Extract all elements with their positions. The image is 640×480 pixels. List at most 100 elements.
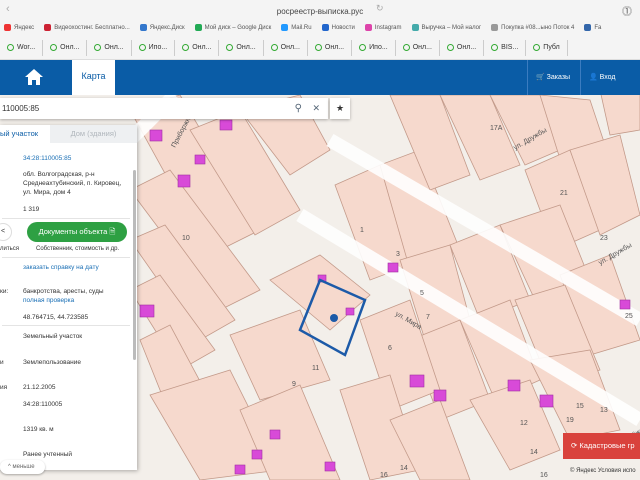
tab-label: Wor... — [17, 44, 36, 51]
search-icon[interactable]: ⚲ — [295, 98, 302, 119]
parcel-number: 3 — [396, 251, 400, 258]
home-icon[interactable] — [24, 68, 44, 86]
cadastral-number: 34:28:110005:85 — [23, 155, 72, 162]
parcel-number: 19 — [566, 417, 574, 424]
parcel-number: 25 — [625, 313, 633, 320]
browser-tab[interactable]: Публ — [526, 40, 568, 56]
reload-icon[interactable]: ↻ — [376, 3, 384, 14]
tab-favicon — [94, 43, 102, 51]
bookmark-icon — [281, 24, 289, 31]
bookmark[interactable]: Видеохостинг. Бесплатно... — [44, 24, 130, 31]
bookmark[interactable]: Яндекс.Диск — [139, 24, 185, 31]
bookmark-label: Мой диск – Google Диск — [204, 25, 272, 32]
parcel-number: 13 — [600, 407, 608, 414]
registration-date: 21.12.2005 — [23, 384, 56, 391]
order-report-link[interactable]: заказать справку на дату — [23, 264, 99, 271]
bookmark[interactable]: Выручка – Мой налог — [411, 24, 482, 32]
browser-tab[interactable]: Ипо... — [352, 40, 396, 56]
cadastral-boundaries-button[interactable]: ⟳ Кадастровые гр — [563, 433, 640, 459]
search-input[interactable]: 110005:85 ⚲ ✕ — [0, 98, 328, 119]
tab-land-plot[interactable]: ый участок — [0, 125, 50, 143]
bookmark[interactable]: Fa — [584, 24, 601, 31]
address-bar[interactable]: росреестр-выписка.рус — [0, 4, 640, 20]
parcel-number: 10 — [182, 235, 190, 242]
bookmark[interactable]: Mail.Ru — [281, 24, 312, 32]
bookmark[interactable]: Яндекс — [4, 24, 34, 31]
browser-tab[interactable]: Онл... — [264, 40, 308, 56]
tab-label: Ипо... — [148, 44, 168, 51]
parcel-number: 14 — [530, 449, 538, 456]
bookmark-icon — [411, 24, 419, 31]
land-use: Землепользование — [23, 359, 81, 366]
bookmark-label: Видеохостинг. Бесплатно... — [54, 25, 130, 32]
check-label: ки: — [0, 288, 9, 295]
tab-map[interactable]: Карта — [72, 60, 115, 95]
browser-tab[interactable]: Онл... — [440, 40, 485, 56]
parcel-number: 9 — [292, 381, 296, 388]
tab-label: Публ — [543, 44, 560, 51]
browser-tab[interactable]: Онл... — [308, 40, 353, 56]
parcel-number: 21 — [560, 190, 568, 197]
star-icon: ★ — [335, 103, 345, 113]
browser-tab[interactable]: Онл... — [396, 40, 440, 56]
tab-label: BIS... — [501, 44, 519, 51]
divider — [2, 218, 130, 219]
full-check-link[interactable]: полная проверка — [23, 297, 74, 304]
cadastral-quarter: 34:28:110005 — [23, 401, 63, 408]
bookmark-icon — [194, 24, 202, 31]
status: Ранее учтенный — [23, 451, 72, 458]
clear-icon[interactable]: ✕ — [312, 98, 320, 119]
divider — [2, 257, 130, 258]
bookmark-label: Новости — [331, 25, 355, 32]
parcel-number: 12 — [520, 420, 528, 427]
share-button[interactable]: < — [0, 223, 12, 241]
bookmark-label: Выручка – Мой налог — [421, 25, 482, 32]
browser-tab[interactable]: Онл... — [87, 40, 132, 56]
bookmark-icon — [364, 24, 372, 31]
documents-button[interactable]: Документы объекта 🗎 — [27, 222, 127, 242]
tab-label: Онл... — [192, 44, 212, 51]
bookmark[interactable]: Instagram — [364, 24, 402, 31]
tab-building[interactable]: Дом (здания) — [50, 125, 137, 143]
address-line-2: Среднеахтубинский, п. Кировец, — [23, 180, 122, 187]
bookmark[interactable]: Покупка #08...ыно Поток 4 — [491, 24, 574, 31]
tab-favicon — [446, 43, 454, 51]
browser-tab[interactable]: Ипо... — [132, 40, 176, 56]
browser-tab[interactable]: Онл... — [43, 40, 88, 56]
yandex-copyright[interactable]: © Яндекс Условия испо — [570, 468, 636, 474]
browser-tab[interactable]: Онл... — [175, 40, 220, 56]
tab-label: Онл... — [412, 44, 432, 51]
favorite-button[interactable]: ★ — [330, 98, 350, 119]
parcel-number: 23 — [600, 235, 608, 242]
object-type: Земельный участок — [23, 333, 83, 340]
browser-tab[interactable]: BIS... — [484, 40, 527, 56]
orders-label: Заказы — [546, 74, 571, 81]
bookmark-label: Mail.Ru — [291, 25, 312, 32]
area: 1319 кв. м — [23, 426, 54, 433]
divider — [2, 325, 130, 326]
login-button[interactable]: 👤 Вход — [580, 60, 640, 95]
bookmark[interactable]: Новости — [321, 24, 355, 32]
parcel-number: 15 — [576, 403, 584, 410]
date-label: ия — [0, 384, 8, 391]
user-icon: 👤 — [589, 74, 598, 81]
tab-favicon — [491, 43, 499, 51]
bookmark[interactable]: Мой диск – Google Диск — [194, 24, 272, 32]
orders-button[interactable]: 🛒 Заказы — [527, 60, 580, 95]
tab-favicon — [402, 43, 410, 51]
tab-favicon — [226, 43, 234, 51]
address-line-1: обл. Волгоградская, р-н — [23, 171, 95, 178]
browser-tab[interactable]: Wor... — [0, 40, 44, 56]
collapse-button[interactable]: ^ меньше — [0, 460, 45, 474]
parcel-number: 6 — [388, 345, 392, 352]
parcel-number: 11 — [312, 365, 319, 372]
scrollbar[interactable] — [133, 170, 136, 360]
tab-favicon — [270, 43, 278, 51]
browser-tab[interactable]: Онл... — [219, 40, 264, 56]
tab-strip: Wor... Онл... Онл... Ипо... Онл... Онл... Онл.… — [0, 40, 568, 56]
bookmarks-bar: Яндекс Видеохостинг. Бесплатно... Яндекс.Д… — [4, 24, 601, 31]
download-icon[interactable]: ⓵ — [622, 3, 632, 18]
tab-label: Онл... — [324, 44, 345, 51]
cart-icon: 🛒 — [536, 74, 545, 81]
tab-favicon — [314, 43, 322, 51]
